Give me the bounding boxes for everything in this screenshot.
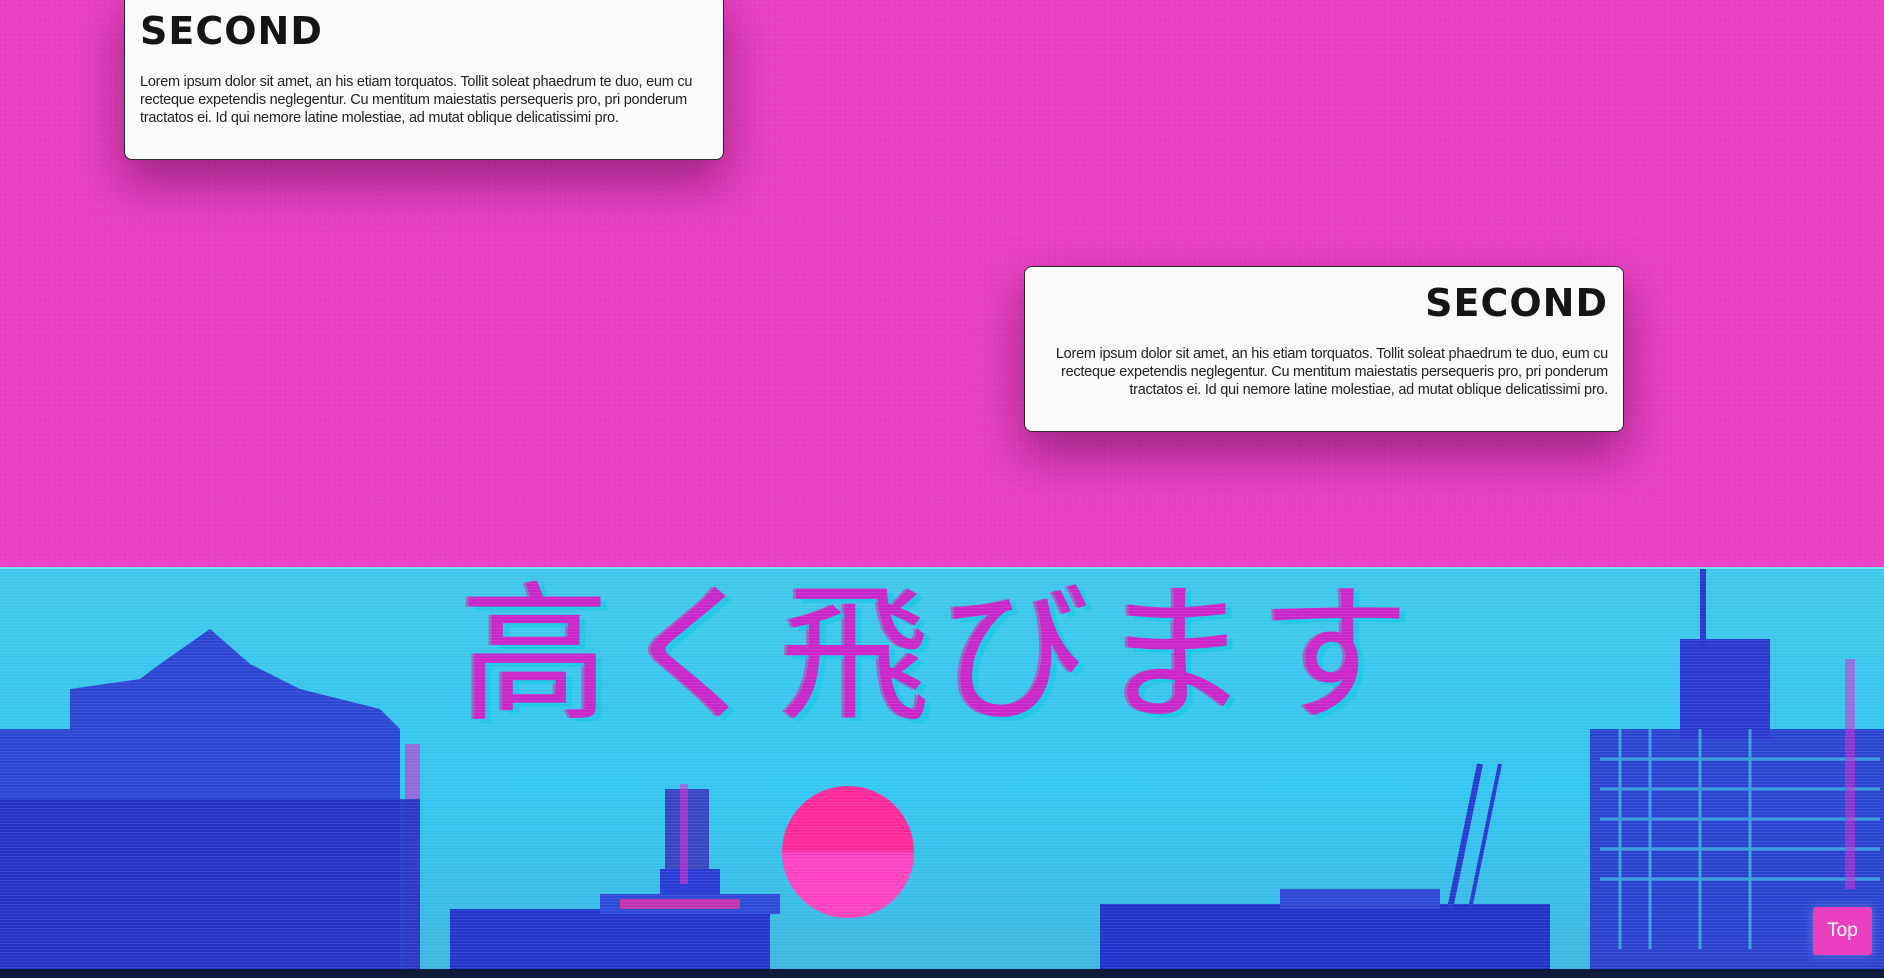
page-footer-edge [0,969,1884,978]
card-text: Lorem ipsum dolor sit amet, an his etiam… [1055,345,1608,398]
banner-japanese-title: 高く飛びます [459,569,1420,743]
back-to-top-button[interactable]: Top [1813,907,1872,955]
card-title: SECOND [140,9,323,53]
timeline-card-left: SECOND Lorem ipsum dolor sit amet, an hi… [124,0,724,160]
timeline-card-right: SECOND Lorem ipsum dolor sit amet, an hi… [1024,266,1624,432]
card-text: Lorem ipsum dolor sit amet, an his etiam… [140,73,693,126]
city-banner-image: 高く飛びます [0,567,1884,971]
card-title: SECOND [1425,281,1608,325]
